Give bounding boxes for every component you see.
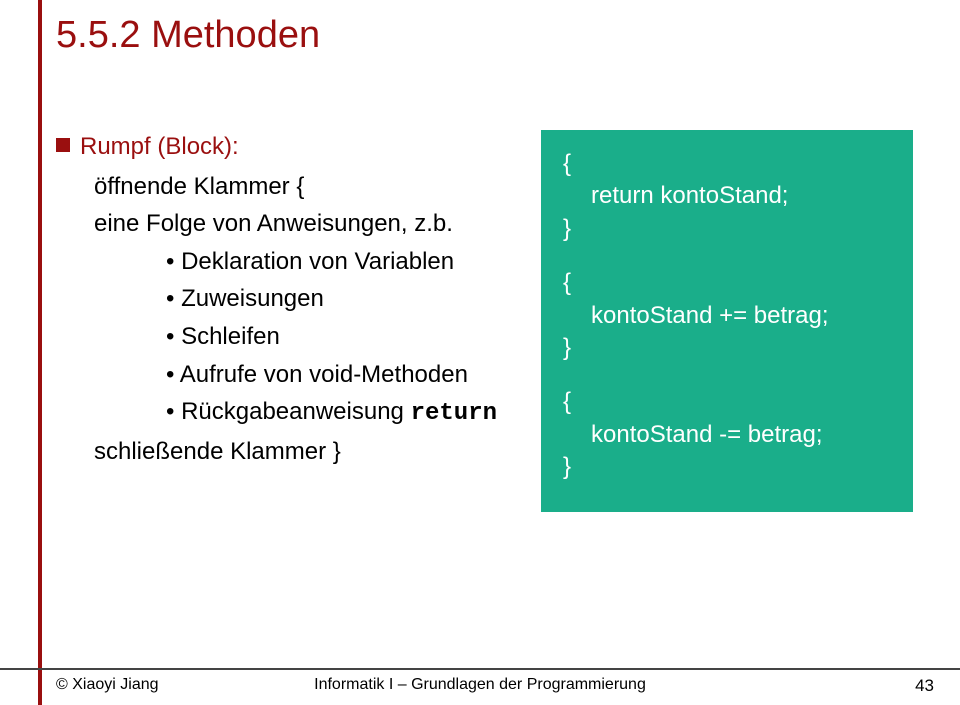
footer-rule	[0, 668, 960, 670]
brace-close: }	[563, 451, 891, 483]
code-block-1: { return kontoStand; }	[563, 148, 891, 245]
brace-close: }	[563, 213, 891, 245]
return-keyword: return	[411, 400, 497, 427]
code-line: kontoStand += betrag;	[591, 300, 891, 332]
bullet-aufrufe: Aufrufe von void-Methoden	[166, 358, 516, 392]
inner-bullets: Deklaration von Variablen Zuweisungen Sc…	[166, 245, 516, 431]
brace-open: {	[563, 386, 891, 418]
bullet-return: Rückgabeanweisung return	[166, 395, 516, 431]
code-line: kontoStand -= betrag;	[591, 419, 891, 451]
line-anweisungen: eine Folge von Anweisungen, z.b.	[94, 207, 516, 241]
footer-title: Informatik I – Grundlagen der Programmie…	[0, 676, 960, 694]
slide: 5.5.2 Methoden Rumpf (Block): öffnende K…	[0, 0, 960, 705]
rumpf-label: Rumpf (Block):	[80, 133, 239, 160]
bullet-schleifen: Schleifen	[166, 320, 516, 354]
line-close-brace: schließende Klammer }	[94, 435, 516, 469]
content-block: Rumpf (Block): öffnende Klammer { eine F…	[56, 130, 516, 472]
brace-open: {	[563, 267, 891, 299]
code-box: { return kontoStand; } { kontoStand += b…	[541, 130, 913, 512]
page-title: 5.5.2 Methoden	[56, 14, 320, 57]
code-block-3: { kontoStand -= betrag; }	[563, 386, 891, 483]
code-block-2: { kontoStand += betrag; }	[563, 267, 891, 364]
square-bullet-icon	[56, 138, 70, 152]
bullet-zuweisungen: Zuweisungen	[166, 282, 516, 316]
brace-open: {	[563, 148, 891, 180]
sublist: öffnende Klammer { eine Folge von Anweis…	[94, 170, 516, 469]
brace-close: }	[563, 332, 891, 364]
line-open-brace: öffnende Klammer {	[94, 170, 516, 204]
page-number: 43	[915, 676, 934, 696]
code-line: return kontoStand;	[591, 180, 891, 212]
vertical-rule	[38, 0, 42, 705]
bullet-return-text: Rückgabeanweisung	[166, 398, 411, 425]
bullet-rumpf: Rumpf (Block):	[56, 130, 516, 164]
bullet-deklaration: Deklaration von Variablen	[166, 245, 516, 279]
